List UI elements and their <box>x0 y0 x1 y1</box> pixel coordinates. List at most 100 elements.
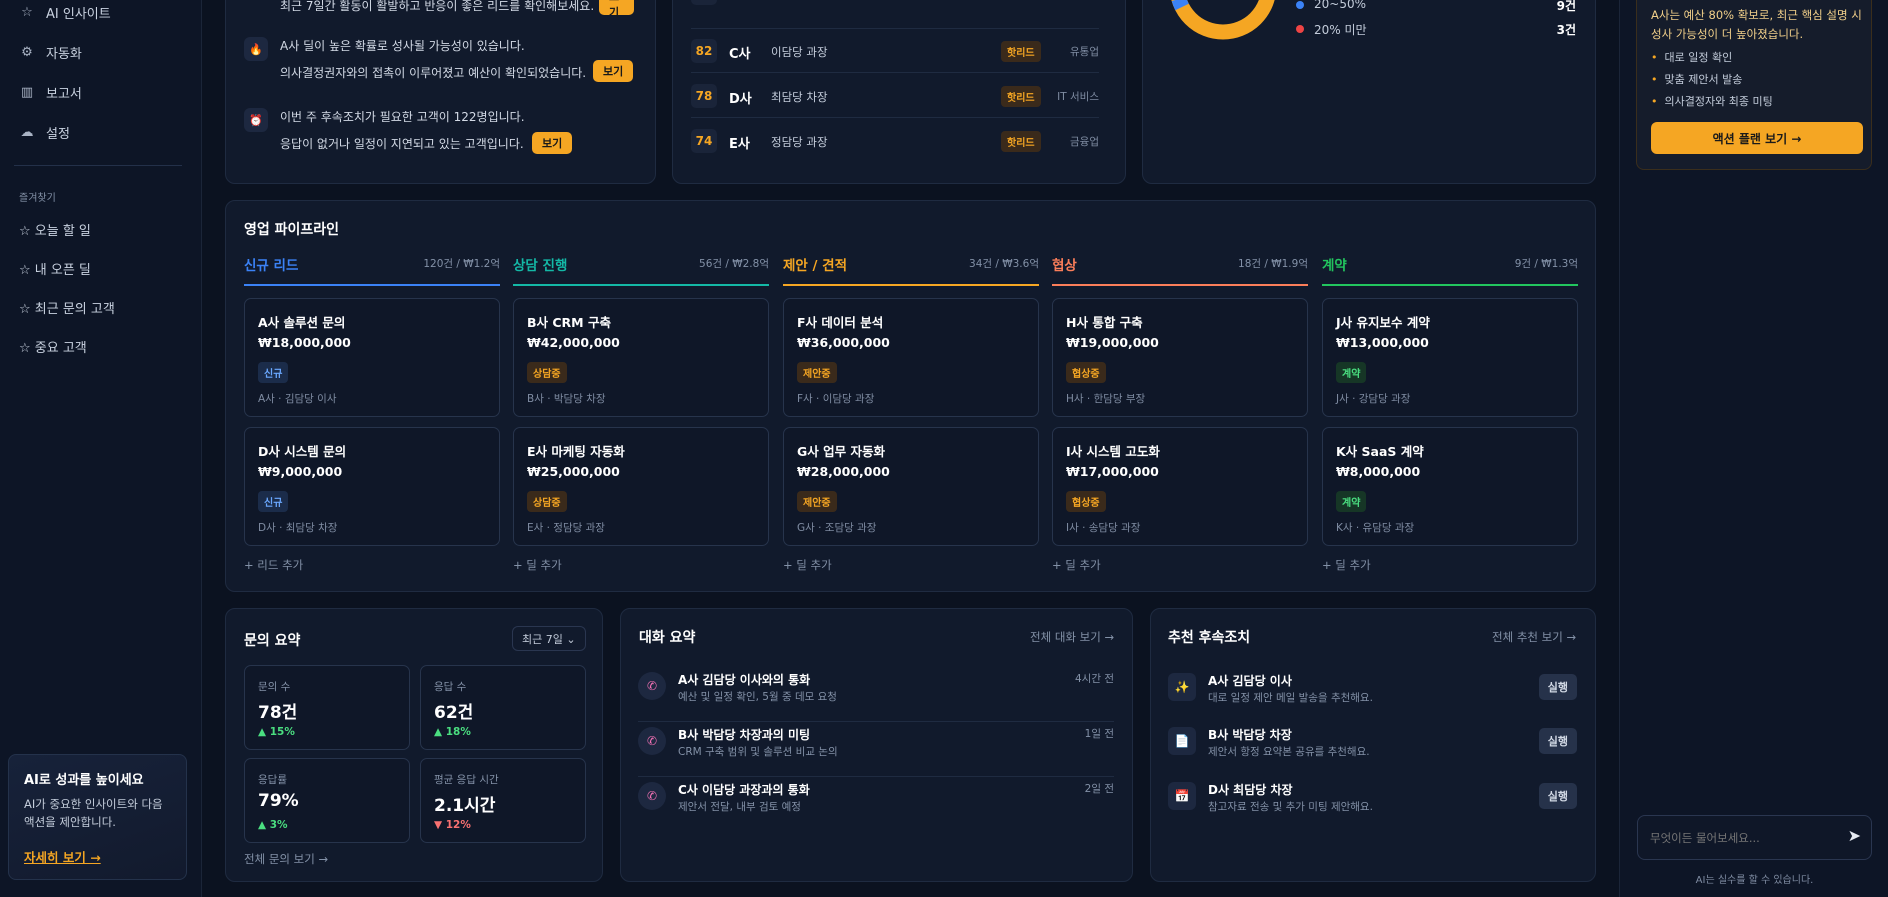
deal-card[interactable]: E사 마케팅 자동화 ₩25,000,000 상담중 E사 · 정담당 과장 <box>513 427 769 546</box>
add-deal-link[interactable]: + 딜 추가 <box>1052 557 1101 573</box>
pipeline-column-header: 신규 리드 120건 / ₩1.2억 <box>244 254 500 286</box>
favorite-today-tasks[interactable]: ☆ 오늘 할 일 <box>19 220 91 239</box>
donut-main-arc <box>1171 0 1275 40</box>
deal-name: I사 시스템 고도화 <box>1066 444 1160 459</box>
deal-card[interactable]: B사 CRM 구축 ₩42,000,000 상담중 B사 · 박담당 차장 <box>513 298 769 417</box>
lead-score <box>691 0 717 5</box>
conversation-item[interactable]: ✆ A사 김담당 이사와의 통화 예산 및 일정 확인, 5월 중 데모 요청 … <box>638 667 1114 722</box>
lead-company: C사 <box>729 47 751 62</box>
deal-card[interactable]: I사 시스템 고도화 ₩17,000,000 협상중 I사 · 송담당 과장 <box>1052 427 1308 546</box>
column-name: 협상 <box>1052 258 1077 274</box>
send-icon[interactable]: ➤ <box>1848 826 1861 845</box>
action-plan-button[interactable]: 액션 플랜 보기 → <box>1651 122 1863 154</box>
ai-summary-card: A사는 예산 80% 확보로, 최근 핵심 설명 시 성사 가능성이 더 높아졌습… <box>1636 0 1872 170</box>
column-divider <box>244 284 500 286</box>
insight-view-button[interactable]: 보기 <box>593 60 634 82</box>
ai-insights-panel: 최근 7일간 활동이 활발하고 반응이 좋은 리드를 확인해보세요. 보기 🔥 … <box>225 0 656 184</box>
view-all-conversations-link[interactable]: 전체 대화 보기 → <box>1030 629 1114 645</box>
add-deal-link[interactable]: + 딜 추가 <box>513 557 562 573</box>
promo-desc: AI가 중요한 인사이트와 다음 액션을 제안합니다. <box>24 797 163 829</box>
deal-contact: K사 · 유담당 과장 <box>1336 522 1415 534</box>
recommendation-item: 📄 B사 박담당 차장 제안서 항정 요약본 공유를 추천해요. 실행 <box>1168 722 1577 777</box>
deal-card[interactable]: J사 유지보수 계약 ₩13,000,000 계약 J사 · 강담당 과장 <box>1322 298 1578 417</box>
deal-card[interactable]: A사 솔루션 문의 ₩18,000,000 신규 A사 · 김담당 이사 <box>244 298 500 417</box>
lead-row[interactable]: 82 C사 이담당 과장 핫리드 유통업 <box>691 29 1099 73</box>
recommendation-item: ✨ A사 김담당 이사 대로 일정 제안 메일 발송을 추천해요. 실행 <box>1168 668 1577 723</box>
deal-card[interactable]: G사 업무 자동화 ₩28,000,000 제안중 G사 · 조담당 과장 <box>783 427 1039 546</box>
pipeline-column-header: 계약 9건 / ₩1.3억 <box>1322 254 1578 286</box>
add-deal-link[interactable]: + 딜 추가 <box>1322 557 1371 573</box>
lead-industry: 금융업 <box>1070 136 1099 148</box>
favorite-recent-inquiries[interactable]: ☆ 최근 문의 고객 <box>19 298 115 317</box>
ai-chat-input[interactable] <box>1650 828 1830 848</box>
deal-contact: D사 · 최담당 차장 <box>258 522 338 534</box>
favorite-my-open-deals[interactable]: ☆ 내 오픈 딜 <box>19 259 91 278</box>
metric-responses: 응답 수 62건 ▲ 18% <box>420 665 586 750</box>
recommendation-item: 📅 D사 최담당 차장 참고자료 전송 및 추가 미팅 제안해요. 실행 <box>1168 777 1577 832</box>
run-button[interactable]: 실행 <box>1538 728 1577 754</box>
view-all-recommendations-link[interactable]: 전체 추천 보기 → <box>1492 629 1576 645</box>
run-button[interactable]: 실행 <box>1538 674 1577 700</box>
lead-industry: IT 서비스 <box>1057 91 1099 103</box>
deal-name: E사 마케팅 자동화 <box>527 444 625 459</box>
lead-score: 82 <box>691 39 717 63</box>
deal-contact: F사 · 이담당 과장 <box>797 393 875 405</box>
lead-score: 78 <box>691 84 717 108</box>
deal-value: ₩42,000,000 <box>527 335 620 350</box>
deal-card[interactable]: F사 데이터 분석 ₩36,000,000 제안중 F사 · 이담당 과장 <box>783 298 1039 417</box>
deal-name: K사 SaaS 계약 <box>1336 444 1424 459</box>
lead-row[interactable]: 74 E사 정담당 과장 핫리드 금융업 <box>691 119 1099 163</box>
fire-icon: 🔥 <box>244 37 268 61</box>
column-meta: 56건 / ₩2.8억 <box>699 258 769 270</box>
nav-automation[interactable]: ⚙ 자동화 <box>20 43 82 62</box>
nav-settings[interactable]: ☁ 설정 <box>20 123 70 142</box>
deal-status-badge: 계약 <box>1336 362 1367 383</box>
bar-chart-icon: ▥ <box>20 85 34 100</box>
view-all-inquiries-link[interactable]: 전체 문의 보기 → <box>244 851 328 867</box>
ai-assistant-panel: A사는 예산 80% 확보로, 최근 핵심 설명 시 성사 가능성이 더 높아졌습… <box>1619 0 1888 897</box>
promo-title: AI로 성과를 높이세요 <box>24 773 144 788</box>
cloud-settings-icon: ☁ <box>20 125 34 140</box>
deal-card[interactable]: K사 SaaS 계약 ₩8,000,000 계약 K사 · 유담당 과장 <box>1322 427 1578 546</box>
deal-value: ₩9,000,000 <box>258 464 343 479</box>
deal-contact: E사 · 정담당 과장 <box>527 522 605 534</box>
sidebar-divider <box>14 165 182 166</box>
inquiry-title: 문의 요약 <box>244 633 301 649</box>
insight-view-button[interactable]: 보기 <box>599 0 634 19</box>
pipeline-title: 영업 파이프라인 <box>244 222 340 238</box>
column-name: 계약 <box>1322 258 1347 274</box>
insight-view-button[interactable]: 보기 <box>532 132 573 154</box>
promo-learn-more-link[interactable]: 자세히 보기 → <box>24 847 101 866</box>
nav-ai-insights[interactable]: ☆ AI 인사이트 <box>20 3 111 22</box>
run-button[interactable]: 실행 <box>1538 783 1577 809</box>
lead-score: 74 <box>691 129 717 153</box>
add-lead-link[interactable]: + 리드 추가 <box>244 557 303 573</box>
conversation-item[interactable]: ✆ C사 이담당 과장과의 통화 제안서 전달, 내부 검토 예정 2일 전 <box>638 777 1114 832</box>
deal-card[interactable]: D사 시스템 문의 ₩9,000,000 신규 D사 · 최담당 차장 <box>244 427 500 546</box>
favorites-title: 즐겨찾기 <box>19 193 56 204</box>
deal-value: ₩19,000,000 <box>1066 335 1159 350</box>
deal-contact: G사 · 조담당 과장 <box>797 522 877 534</box>
metric-avg-response-time: 평균 응답 시간 2.1시간 ▼ 12% <box>420 758 586 843</box>
conversation-item[interactable]: ✆ B사 박담당 차장과의 미팅 CRM 구축 범위 및 솔루션 비교 논의 1… <box>638 722 1114 777</box>
deal-status-badge: 신규 <box>258 362 289 383</box>
nav-reports[interactable]: ▥ 보고서 <box>20 83 82 102</box>
phone-icon: ✆ <box>638 672 666 700</box>
legend-dot <box>1296 25 1304 33</box>
favorite-important-customers[interactable]: ☆ 중요 고객 <box>19 337 87 356</box>
deal-value: ₩36,000,000 <box>797 335 890 350</box>
lead-row[interactable]: 78 D사 최담당 차장 핫리드 IT 서비스 <box>691 74 1099 118</box>
hot-lead-badge: 핫리드 <box>1001 131 1041 152</box>
add-deal-link[interactable]: + 딜 추가 <box>783 557 832 573</box>
deal-status-badge: 제안중 <box>797 491 837 512</box>
deal-card[interactable]: H사 통합 구축 ₩19,000,000 협상중 H사 · 한담당 부장 <box>1052 298 1308 417</box>
pipeline-column-header: 상담 진행 56건 / ₩2.8억 <box>513 254 769 286</box>
recommend-title: 추천 후속조치 <box>1168 630 1251 646</box>
document-icon: 📄 <box>1168 727 1196 755</box>
column-name: 신규 리드 <box>244 258 299 274</box>
deal-contact: H사 · 한담당 부장 <box>1066 393 1146 405</box>
deal-name: J사 유지보수 계약 <box>1336 315 1430 330</box>
date-range-select[interactable]: 최근 7일 ⌄ <box>512 626 586 651</box>
ai-promo-card: AI로 성과를 높이세요 AI가 중요한 인사이트와 다음 액션을 제안합니다. … <box>8 754 187 880</box>
deal-status-badge: 계약 <box>1336 491 1367 512</box>
